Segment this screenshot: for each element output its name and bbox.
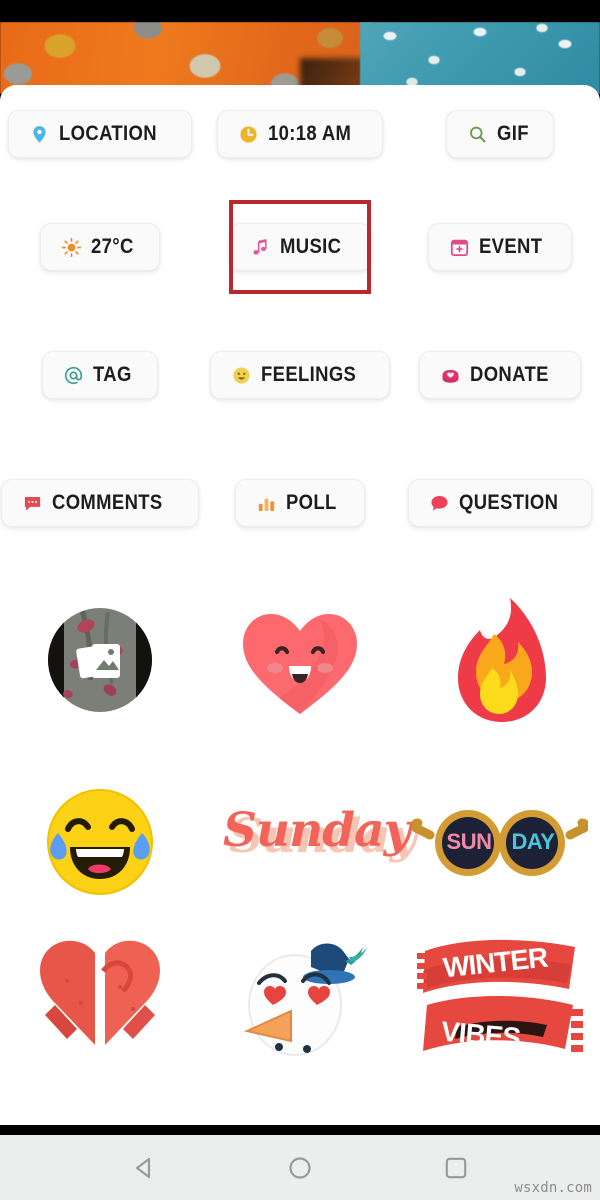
comment-bubble-icon [25,496,41,510]
mittens-heart-sticker[interactable] [25,931,175,1063]
chip-event[interactable]: EVENT [427,223,572,271]
chip-label: GIF [496,122,529,145]
chip-label: POLL [286,491,337,514]
banner-bottom-text: VIBES [439,1015,522,1054]
chip-label: FEELINGS [260,363,357,386]
chip-label: 27°C [90,235,134,258]
clock-icon [240,125,257,143]
chip-label: LOCATION [59,122,158,145]
chip-cell: DONATE [400,351,600,399]
sticker-cell [400,567,600,753]
chip-temperature[interactable]: 27°C [39,223,161,271]
chip-cell: MUSIC [200,200,400,294]
chip-music[interactable]: MUSIC [229,223,371,271]
back-button[interactable] [127,1151,161,1185]
sticker-cell [0,567,200,753]
sticker-cell [0,753,200,931]
donate-heart-coin-icon [442,369,459,383]
calendar-icon [450,239,469,256]
chip-row-4: COMMENTS POLL QUESTION [0,439,600,567]
chip-row-3: TAG FEELINGS DONATE [0,311,600,439]
chip-label: 10:18 AM [267,122,351,145]
chip-feelings[interactable]: FEELINGS [209,351,391,399]
chip-cell: COMMENTS [0,479,200,527]
chip-label: EVENT [478,235,543,258]
chip-label: DONATE [470,363,550,386]
sunglasses-frame-icon [412,810,588,876]
chip-cell: EVENT [400,223,600,271]
sticker-tray-sheet: LOCATION 10:18 AM GIF 27°C MUSIC EVENT T… [0,85,600,1125]
sticker-row-2: Sunday Sunday SUN DAY [0,753,600,931]
android-navigation-bar [0,1135,600,1200]
site-watermark: wsxdn.com [514,1180,592,1196]
recents-button[interactable] [439,1151,473,1185]
sticker-cell [200,567,400,753]
sunday-script-text: Sunday [223,803,411,858]
chip-cell: LOCATION [0,110,200,158]
home-circle-icon [289,1156,311,1179]
location-pin-icon [33,125,46,142]
chip-cell: GIF [400,110,600,158]
chip-row-2: 27°C MUSIC EVENT [0,183,600,311]
snowman-heart-eyes-sticker[interactable] [233,931,367,1063]
chip-cell: POLL [200,479,400,527]
home-button[interactable] [283,1151,317,1185]
sunglasses-left-text: SUN [446,829,492,854]
post-photo-preview [0,22,600,94]
chip-cell: QUESTION [400,479,600,527]
recents-square-icon [445,1157,467,1178]
bar-chart-icon [258,498,275,511]
sunglasses-sunday-sticker[interactable]: SUN DAY [412,799,588,885]
at-sign-icon [64,366,83,384]
chip-cell: 27°C [0,223,200,271]
chip-time[interactable]: 10:18 AM [216,110,384,158]
sticker-row-1 [0,567,600,753]
sticker-cell [0,931,200,1071]
chip-question[interactable]: QUESTION [407,479,593,527]
chip-row-1: LOCATION 10:18 AM GIF [0,85,600,183]
chip-label: TAG [93,363,132,386]
sticker-cell [200,931,400,1071]
chip-comments[interactable]: COMMENTS [1,479,199,527]
back-triangle-icon [135,1157,151,1178]
chip-cell: 10:18 AM [200,110,400,158]
smiley-icon [233,366,250,384]
chip-poll[interactable]: POLL [235,479,365,527]
music-note-icon [253,238,267,255]
question-bubble-icon [430,495,448,510]
chip-donate[interactable]: DONATE [419,351,581,399]
sticker-cell: Sunday Sunday [200,753,417,931]
chip-tag[interactable]: TAG [42,351,158,399]
bottom-black-gap [0,1125,600,1135]
chip-gif[interactable]: GIF [445,110,555,158]
fire-sticker[interactable] [440,594,560,726]
phone-screen: LOCATION 10:18 AM GIF 27°C MUSIC EVENT T… [0,0,600,1200]
sticker-cell: WINTER VIBES [400,931,600,1071]
chip-label: COMMENTS [52,491,163,514]
photo-right-teal-fabric [360,22,600,94]
sun-icon [61,237,81,257]
winter-vibes-banner-sticker[interactable]: WINTER VIBES [417,931,583,1063]
search-icon [469,126,486,142]
laughing-tears-emoji-sticker[interactable] [38,781,162,903]
sticker-cell: SUN DAY [400,753,600,931]
sunday-script-sticker[interactable]: Sunday Sunday [215,797,417,887]
chip-location[interactable]: LOCATION [8,110,192,158]
photo-thumbnail-sticker[interactable] [38,598,162,722]
smiling-heart-sticker[interactable] [235,598,365,722]
sticker-row-3: WINTER VIBES [0,931,600,1071]
chip-label: QUESTION [458,491,558,514]
sunglasses-right-text: DAY [511,829,555,854]
chip-label: MUSIC [280,235,342,258]
chip-cell: TAG [0,351,200,399]
chip-cell: FEELINGS [200,351,400,399]
